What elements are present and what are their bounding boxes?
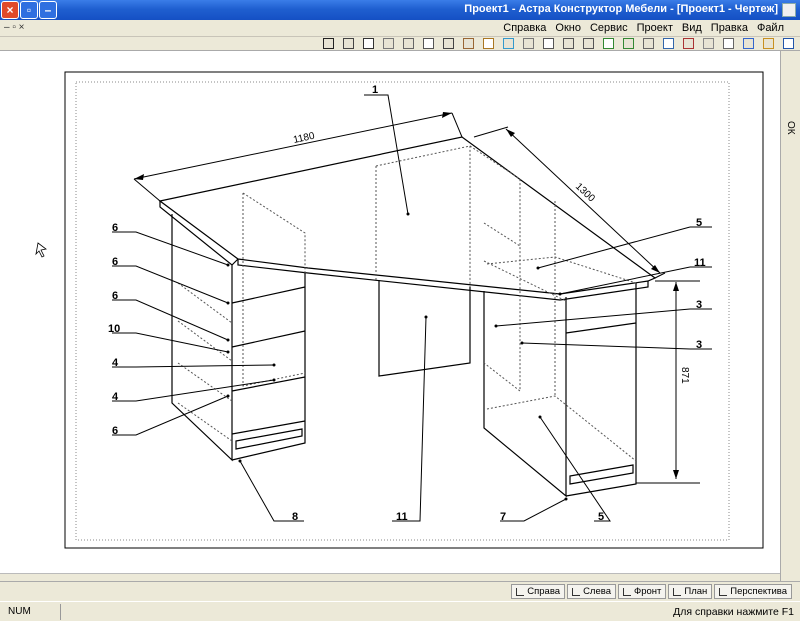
zoom-out-icon[interactable]	[563, 38, 574, 49]
callout-5b: 5	[598, 511, 604, 523]
callout-4b: 4	[112, 391, 119, 403]
callout-3: 3	[696, 299, 702, 311]
callout-6a: 6	[112, 222, 118, 234]
tab-left[interactable]: Слева	[567, 584, 616, 599]
zoom-window-icon[interactable]	[543, 38, 554, 49]
title-bar[interactable]: × ▫ – Проект1 - Астра Конструктор Мебели…	[0, 0, 800, 20]
layers-icon[interactable]	[463, 38, 474, 49]
toolbar	[0, 37, 800, 51]
menu-file[interactable]: Файл	[757, 22, 784, 34]
desk-drawing: 1180 1300 871 1 5 11 3 3 6 6 6 10 4 4 6 …	[35, 71, 764, 549]
tab-front[interactable]: Фронт	[617, 584, 667, 599]
cursor-icon	[35, 242, 47, 258]
tab-label: Перспектива	[730, 586, 787, 597]
text-icon[interactable]	[363, 38, 374, 49]
cabinet-icon[interactable]	[423, 38, 434, 49]
callout-5: 5	[696, 217, 702, 229]
callout-1: 1	[372, 84, 378, 96]
app-icon[interactable]	[782, 3, 796, 17]
tab-label: Справа	[527, 586, 561, 597]
status-bar: NUM Для справки нажмите F1	[0, 601, 800, 621]
undo-icon[interactable]	[623, 38, 634, 49]
right-view-icon	[516, 587, 525, 596]
menu-edit[interactable]: Правка	[711, 22, 748, 34]
maximize-button[interactable]: ▫	[20, 1, 38, 19]
save-icon[interactable]	[743, 38, 754, 49]
application-window: × ▫ – Проект1 - Астра Конструктор Мебели…	[0, 0, 800, 621]
menu-bar: – ▫ × Файл Правка Вид Проект Сервис Окно…	[0, 20, 800, 37]
shelf-icon[interactable]	[403, 38, 414, 49]
tab-plan[interactable]: План	[668, 584, 713, 599]
view-tabs-bar: Перспектива План Фронт Слева Справа	[0, 581, 800, 601]
sheet-frame	[64, 71, 764, 549]
dimension-icon[interactable]	[343, 38, 354, 49]
door-icon[interactable]	[383, 38, 394, 49]
preview-icon[interactable]	[703, 38, 714, 49]
callout-11b: 11	[396, 511, 408, 523]
callout-6c: 6	[112, 290, 118, 302]
menu-service[interactable]: Сервис	[590, 22, 628, 34]
menu-window[interactable]: Окно	[555, 22, 581, 34]
tab-perspective[interactable]: Перспектива	[714, 584, 792, 599]
tab-label: Фронт	[633, 586, 662, 597]
window-title: Проект1 - Астра Конструктор Мебели - [Пр…	[464, 3, 778, 15]
status-separator	[60, 604, 61, 620]
right-dock-panel: ОК	[780, 51, 800, 581]
mdi-controls[interactable]: – ▫ ×	[4, 22, 25, 33]
measure-icon[interactable]	[483, 38, 494, 49]
pan-icon[interactable]	[523, 38, 534, 49]
drawing-canvas[interactable]: 1180 1300 871 1 5 11 3 3 6 6 6 10 4 4 6 …	[0, 51, 780, 573]
plan-icon	[673, 587, 682, 596]
callout-4a: 4	[112, 357, 119, 369]
tab-label: План	[684, 586, 708, 597]
refresh-icon[interactable]	[503, 38, 514, 49]
help-hint: Для справки нажмите F1	[673, 606, 794, 618]
tab-right[interactable]: Справа	[511, 584, 566, 599]
minimize-button[interactable]: –	[39, 1, 57, 19]
callout-10: 10	[108, 323, 120, 335]
dim-871: 871	[679, 367, 690, 384]
select-icon[interactable]	[323, 38, 334, 49]
paste-icon[interactable]	[643, 38, 654, 49]
box-icon[interactable]	[443, 38, 454, 49]
new-icon[interactable]	[783, 38, 794, 49]
front-icon	[622, 587, 631, 596]
copy-icon[interactable]	[663, 38, 674, 49]
menu-help[interactable]: Справка	[503, 22, 546, 34]
cut-icon[interactable]	[683, 38, 694, 49]
ok-button[interactable]: ОК	[785, 121, 796, 135]
horizontal-scrollbar[interactable]	[0, 573, 780, 581]
menu-project[interactable]: Проект	[637, 22, 673, 34]
open-icon[interactable]	[763, 38, 774, 49]
left-view-icon	[572, 587, 581, 596]
callout-7: 7	[500, 511, 506, 523]
perspective-icon	[719, 587, 728, 596]
callout-6d: 6	[112, 425, 118, 437]
callout-3b: 3	[696, 339, 702, 351]
close-button[interactable]: ×	[1, 1, 19, 19]
tab-label: Слева	[583, 586, 611, 597]
print-icon[interactable]	[723, 38, 734, 49]
callout-11: 11	[694, 257, 706, 269]
callout-6b: 6	[112, 256, 118, 268]
menu-view[interactable]: Вид	[682, 22, 702, 34]
redo-icon[interactable]	[603, 38, 614, 49]
callout-8: 8	[292, 511, 298, 523]
num-lock-indicator: NUM	[8, 606, 31, 617]
zoom-in-icon[interactable]	[583, 38, 594, 49]
